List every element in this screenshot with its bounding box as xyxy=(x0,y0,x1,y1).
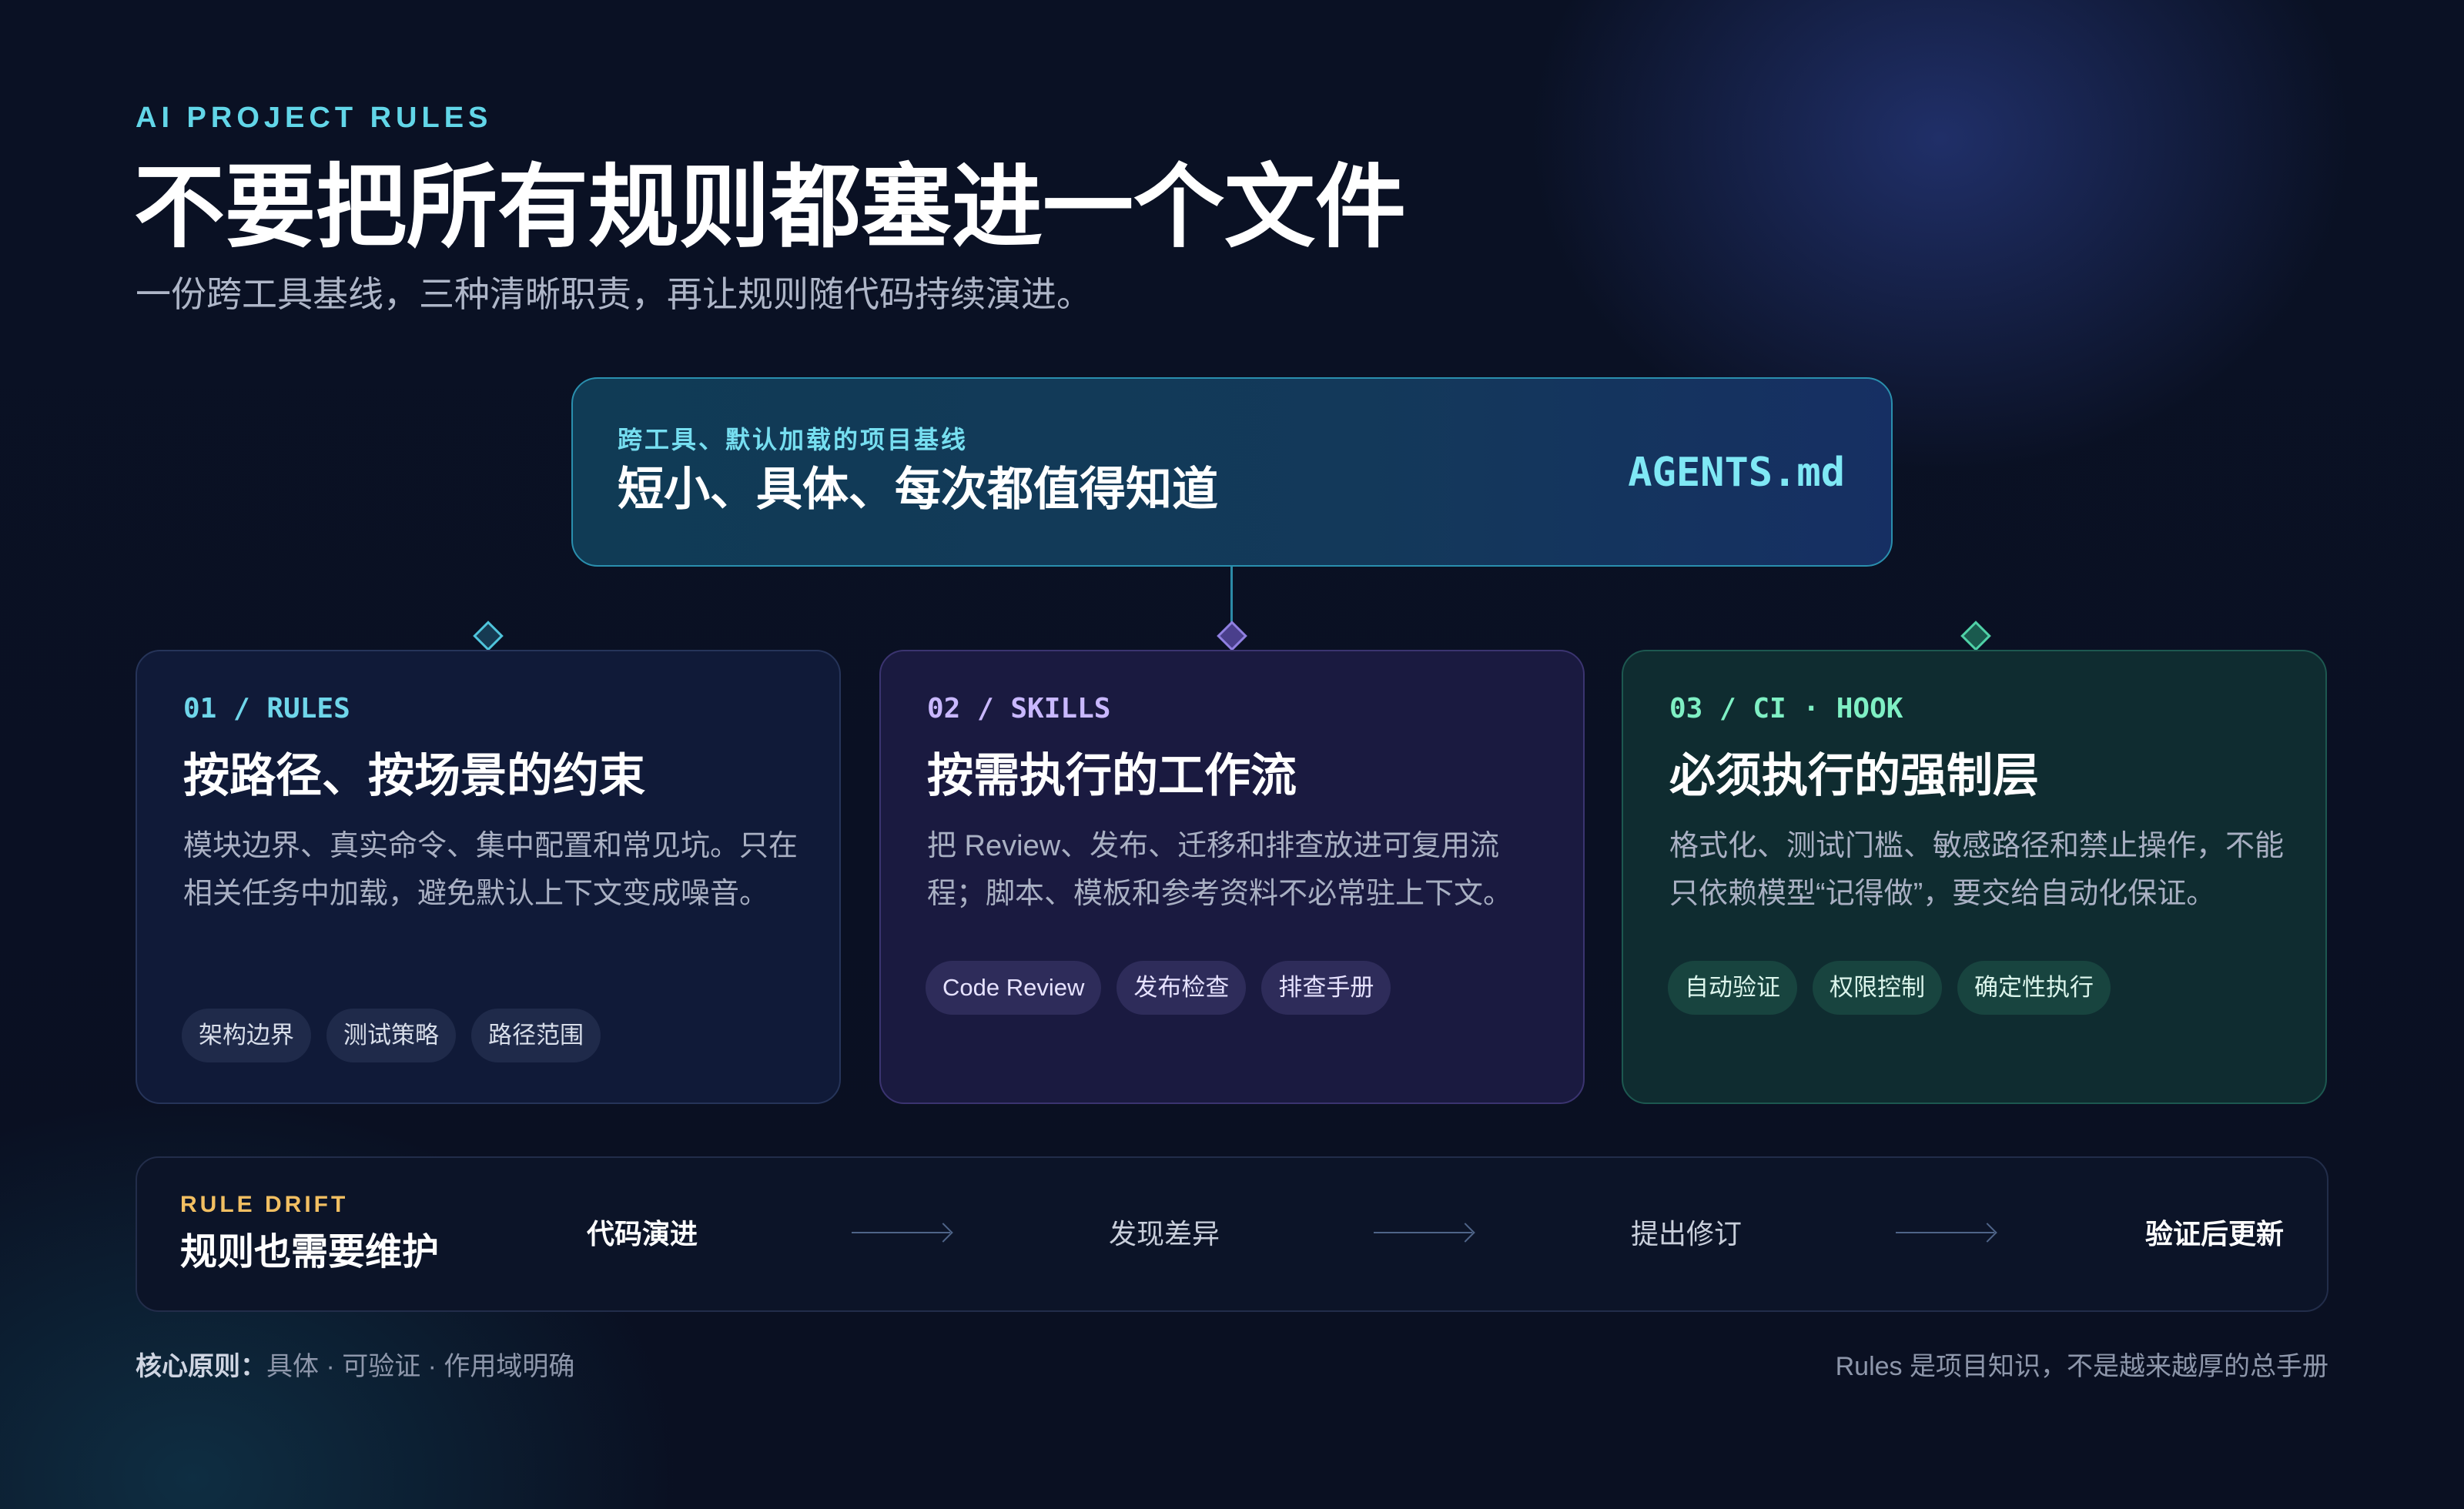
tag: 路径范围 xyxy=(471,1009,601,1062)
card-title: 按路径、按场景的约束 xyxy=(183,750,645,801)
page-subtitle: 一份跨工具基线，三种清晰职责，再让规则随代码持续演进。 xyxy=(136,274,1092,314)
card-label: 02 / SKILLS xyxy=(927,693,1111,724)
tag: 排查手册 xyxy=(1261,961,1391,1015)
card-rules: 01 / RULES 按路径、按场景的约束 模块边界、真实命令、集中配置和常见坑… xyxy=(136,650,841,1104)
agents-filename: AGENTS.md xyxy=(1628,450,1845,496)
tag: 架构边界 xyxy=(182,1009,311,1062)
connector-diamond-rules xyxy=(473,621,504,651)
slide: AI PROJECT RULES 不要把所有规则都塞进一个文件 一份跨工具基线，… xyxy=(0,0,2464,1509)
tag: 确定性执行 xyxy=(1957,961,2111,1015)
card-description: 把 Review、发布、迁移和排查放进可复用流程；脚本、模板和参考资料不必常驻上… xyxy=(927,830,1513,910)
tag: 发布检查 xyxy=(1116,961,1247,1015)
tag-list: 自动验证 权限控制 确定性执行 xyxy=(1668,961,2111,1015)
drift-title: 规则也需要维护 xyxy=(180,1232,440,1273)
tag: 权限控制 xyxy=(1813,961,1942,1015)
footer-principle: 核心原则：具体 · 可验证 · 作用域明确 xyxy=(136,1349,574,1384)
card-ci-hook: 03 / CI · HOOK 必须执行的强制层 格式化、测试门槛、敏感路径和禁止… xyxy=(1622,650,2327,1104)
agents-subtitle: 跨工具、默认加载的项目基线 xyxy=(618,426,969,453)
card-description: 格式化、测试门槛、敏感路径和禁止操作，不能只依赖模型“记得做”，要交给自动化保证… xyxy=(1669,830,2285,910)
arrow-right-icon xyxy=(1896,1223,1997,1243)
tag-list: 架构边界 测试策略 路径范围 xyxy=(182,1009,601,1062)
connector-line xyxy=(1230,567,1233,628)
drift-step: 发现差异 xyxy=(1109,1218,1220,1250)
tag: 测试策略 xyxy=(326,1009,456,1062)
drift-step: 代码演进 xyxy=(587,1218,698,1250)
eyebrow-label: AI PROJECT RULES xyxy=(136,102,493,134)
connector-diamond-skills xyxy=(1217,621,1247,651)
principle-value: 具体 · 可验证 · 作用域明确 xyxy=(266,1352,575,1381)
footer-note: Rules 是项目知识，不是越来越厚的总手册 xyxy=(1835,1352,2328,1381)
agents-title: 短小、具体、每次都值得知道 xyxy=(618,463,1218,515)
card-skills: 02 / SKILLS 按需执行的工作流 把 Review、发布、迁移和排查放进… xyxy=(879,650,1585,1104)
card-label: 01 / RULES xyxy=(183,693,350,724)
tag-list: Code Review 发布检查 排查手册 xyxy=(926,961,1391,1015)
rule-drift-panel: RULE DRIFT 规则也需要维护 代码演进 发现差异 提出修订 验证后更新 xyxy=(136,1156,2328,1312)
tag: Code Review xyxy=(926,961,1102,1015)
page-title: 不要把所有规则都塞进一个文件 xyxy=(134,157,1407,259)
agents-baseline-box: 跨工具、默认加载的项目基线 短小、具体、每次都值得知道 AGENTS.md xyxy=(571,377,1893,567)
drift-step: 验证后更新 xyxy=(2144,1218,2284,1250)
arrow-right-icon xyxy=(1374,1223,1475,1243)
arrow-right-icon xyxy=(852,1223,953,1243)
connector-diamond-ci xyxy=(1960,621,1991,651)
principle-label: 核心原则： xyxy=(136,1352,266,1381)
drift-label: RULE DRIFT xyxy=(180,1192,349,1217)
card-title: 按需执行的工作流 xyxy=(927,750,1297,801)
drift-step: 提出修订 xyxy=(1631,1218,1743,1250)
card-description: 模块边界、真实命令、集中配置和常见坑。只在相关任务中加载，避免默认上下文变成噪音… xyxy=(183,830,798,910)
card-label: 03 / CI · HOOK xyxy=(1669,693,1903,724)
card-title: 必须执行的强制层 xyxy=(1669,750,2039,801)
tag: 自动验证 xyxy=(1668,961,1797,1015)
